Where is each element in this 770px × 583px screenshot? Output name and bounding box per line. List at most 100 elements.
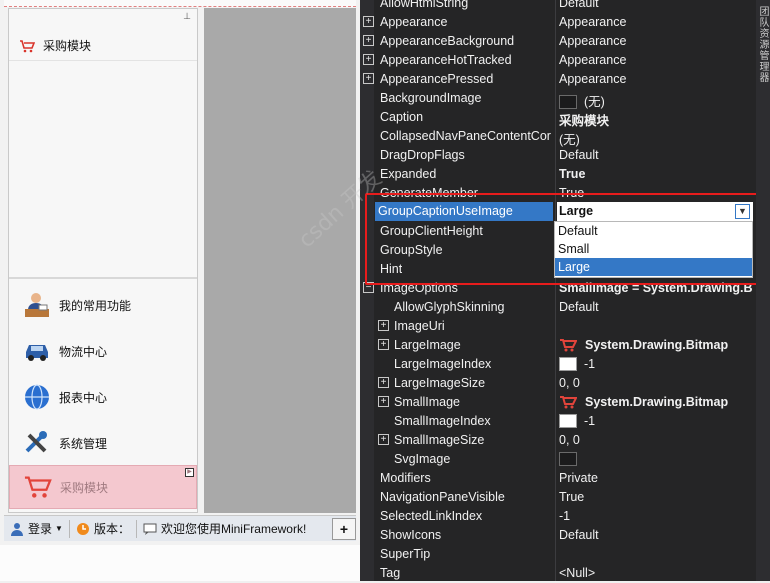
prop-row-appearancepressed[interactable]: + AppearancePressed Appearance — [360, 70, 756, 89]
prop-row-svgimage[interactable]: SvgImage — [360, 450, 756, 469]
prop-row-caption[interactable]: Caption 采购模块 — [360, 108, 756, 128]
image-swatch — [559, 357, 577, 371]
prop-value[interactable]: -1 — [559, 357, 755, 371]
side-tab-team-explorer[interactable]: 团队资源管理器 — [756, 0, 770, 100]
prop-value-text: System.Drawing.Bitmap — [585, 338, 729, 352]
prop-row-navigationpanevisible[interactable]: NavigationPaneVisible True — [360, 488, 756, 507]
prop-name: AllowHtmlString — [380, 0, 469, 10]
prop-row-appearancebackground[interactable]: + AppearanceBackground Appearance — [360, 32, 756, 51]
prop-value[interactable]: <Null> — [559, 566, 755, 580]
prop-name: SvgImage — [394, 452, 451, 466]
cart-icon — [20, 39, 35, 52]
form-canvas — [204, 8, 356, 513]
user-icon — [11, 522, 23, 536]
prop-name: Tag — [380, 566, 401, 580]
prop-value[interactable]: True — [559, 490, 755, 504]
prop-name: SuperTip — [380, 547, 431, 561]
prop-name: SmallImageIndex — [394, 414, 491, 428]
expand-icon[interactable]: + — [378, 377, 389, 388]
prop-value[interactable]: Appearance — [559, 34, 755, 48]
tools-icon — [23, 429, 51, 457]
expand-icon[interactable]: + — [378, 320, 389, 331]
expand-icon[interactable]: + — [378, 396, 389, 407]
prop-value[interactable]: -1 — [559, 414, 755, 428]
welcome-item: 欢迎您使用MiniFramework! — [137, 518, 312, 540]
prop-value[interactable]: Appearance — [559, 53, 755, 67]
nav-item-purchase[interactable]: 采购模块 ▶ — [9, 465, 197, 509]
clock-icon — [76, 522, 89, 535]
prop-value[interactable]: Default — [559, 300, 755, 314]
prop-value[interactable]: True — [559, 167, 755, 181]
prop-row-modifiers[interactable]: Modifiers Private — [360, 469, 756, 488]
prop-row-appearancehottracked[interactable]: + AppearanceHotTracked Appearance — [360, 51, 756, 70]
nav-bar-control[interactable]: ⊥ 采购模块 我的常用功能 物流中心 报表中心 系统管理 采购模块 ▶ — [8, 8, 198, 513]
expand-icon[interactable]: + — [363, 73, 374, 84]
prop-value-text: -1 — [584, 357, 596, 371]
prop-value[interactable]: 0, 0 — [559, 433, 755, 447]
login-menu[interactable]: 登录 ▼ — [4, 518, 69, 540]
nav-group-header[interactable]: 采购模块 — [9, 31, 197, 61]
cart-icon — [24, 473, 52, 501]
expand-icon[interactable]: + — [378, 339, 389, 350]
nav-item-system[interactable]: 系统管理 — [9, 421, 197, 465]
prop-row-dragdropflags[interactable]: DragDropFlags Default — [360, 146, 756, 165]
prop-value[interactable]: Default — [559, 528, 755, 542]
prop-row-appearance[interactable]: + Appearance Appearance — [360, 13, 756, 32]
prop-value[interactable]: System.Drawing.Bitmap — [559, 395, 755, 409]
prop-value[interactable]: Appearance — [559, 15, 755, 29]
prop-name: SelectedLinkIndex — [380, 509, 483, 523]
globe-icon — [23, 383, 51, 411]
prop-row-supertip[interactable]: SuperTip — [360, 545, 756, 564]
prop-row-smallimagesize[interactable]: + SmallImageSize 0, 0 — [360, 431, 756, 450]
expand-icon[interactable]: + — [363, 35, 374, 46]
nav-item-label: 我的常用功能 — [59, 298, 132, 313]
nav-item-logistics[interactable]: 物流中心 — [9, 329, 197, 373]
prop-value[interactable]: Default — [559, 0, 755, 10]
expand-icon[interactable]: + — [363, 16, 374, 27]
prop-value[interactable]: 0, 0 — [559, 376, 755, 390]
cart-icon — [560, 339, 577, 352]
prop-row-expanded[interactable]: Expanded True — [360, 165, 756, 184]
prop-row-backgroundimage[interactable]: BackgroundImage (无) — [360, 89, 756, 109]
prop-row-largeimagesize[interactable]: + LargeImageSize 0, 0 — [360, 374, 756, 393]
prop-row-smallimage[interactable]: + SmallImage System.Drawing.Bitmap — [360, 393, 756, 412]
prop-row-largeimage[interactable]: + LargeImage System.Drawing.Bitmap — [360, 336, 756, 355]
nav-item-reports[interactable]: 报表中心 — [9, 375, 197, 419]
prop-value[interactable]: Private — [559, 471, 755, 485]
prop-name: LargeImageSize — [394, 376, 486, 390]
prop-row-allowglyphskinning[interactable]: AllowGlyphSkinning Default — [360, 298, 756, 317]
prop-name: LargeImageIndex — [394, 357, 492, 371]
prop-value[interactable]: System.Drawing.Bitmap — [559, 338, 755, 352]
prop-value[interactable]: -1 — [559, 509, 755, 523]
prop-name: SmallImageSize — [394, 433, 485, 447]
prop-row-largeimageindex[interactable]: LargeImageIndex -1 — [360, 355, 756, 374]
prop-value[interactable] — [559, 452, 755, 466]
nav-splitter[interactable] — [9, 277, 197, 279]
prop-name: AppearanceHotTracked — [380, 53, 512, 67]
prop-row-allowhtmlstring[interactable]: AllowHtmlString Default — [360, 0, 756, 13]
expand-icon[interactable]: + — [378, 434, 389, 445]
pin-icon[interactable]: ⊥ — [183, 11, 191, 22]
nav-item-label: 采购模块 — [60, 480, 109, 495]
prop-row-selectedlinkindex[interactable]: SelectedLinkIndex -1 — [360, 507, 756, 526]
message-icon — [143, 523, 157, 535]
status-bar: 登录 ▼ 版本： 欢迎您使用MiniFramework! + — [4, 515, 356, 541]
expand-icon[interactable]: + — [363, 54, 374, 65]
prop-value[interactable]: Default — [559, 148, 755, 162]
prop-row-tag[interactable]: Tag <Null> — [360, 564, 756, 583]
add-item-button[interactable]: + — [332, 517, 356, 540]
prop-name: ShowIcons — [380, 528, 442, 542]
prop-row-imageuri[interactable]: + ImageUri — [360, 317, 756, 336]
smart-tag-icon[interactable]: ▶ — [185, 468, 194, 477]
prop-name: LargeImage — [394, 338, 461, 352]
car-icon — [23, 337, 51, 365]
nav-item-label: 报表中心 — [59, 390, 108, 405]
annotation-highlight — [365, 193, 763, 285]
prop-row-showicons[interactable]: ShowIcons Default — [360, 526, 756, 545]
prop-row-smallimageindex[interactable]: SmallImageIndex -1 — [360, 412, 756, 431]
prop-name: SmallImage — [394, 395, 460, 409]
login-label: 登录 — [28, 522, 53, 536]
prop-value[interactable]: Appearance — [559, 72, 755, 86]
nav-item-favorites[interactable]: 我的常用功能 — [9, 283, 197, 327]
prop-row-collapsednavpanecontentcontrol[interactable]: CollapsedNavPaneContentCor (无) — [360, 127, 756, 147]
